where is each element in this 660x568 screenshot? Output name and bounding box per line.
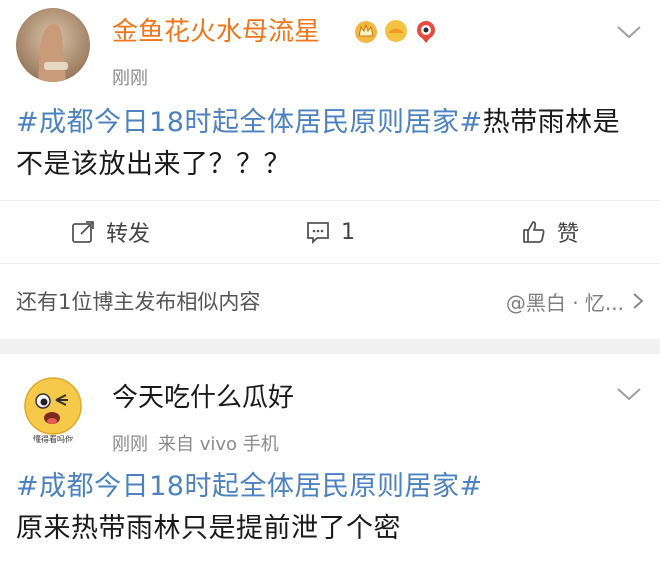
thumbs-up-icon — [523, 221, 545, 243]
chevron-down-icon[interactable] — [614, 22, 644, 42]
username[interactable]: 今天吃什么瓜好 — [112, 378, 294, 418]
topic-link[interactable]: #成都今日18时起全体居民原则居家# — [16, 471, 483, 502]
avatar[interactable]: 懂得看吗你 — [16, 372, 90, 446]
post-time: 刚刚 — [112, 64, 148, 90]
share-icon — [72, 221, 94, 243]
user-badges — [353, 18, 439, 44]
time-text: 刚刚 — [112, 434, 148, 455]
post-content: #成都今日18时起全体居民原则居家#热带雨林是不是该放出来了？？？ — [16, 102, 644, 186]
like-button[interactable]: 赞 — [440, 216, 660, 248]
section-divider — [0, 339, 660, 354]
post-content: #成都今日18时起全体居民原则居家# 原来热带雨林只是提前泄了个密 — [16, 466, 644, 550]
post-text: 原来热带雨林只是提前泄了个密 — [16, 513, 401, 544]
repost-button[interactable]: 转发 — [0, 216, 220, 248]
post-meta: 刚刚 来自 vivo 手机 — [112, 430, 279, 456]
like-label: 赞 — [556, 222, 579, 247]
similar-content-text: 还有1位博主发布相似内容 — [16, 290, 261, 314]
mention-text: @黑白 · 忆... — [505, 290, 624, 315]
avatar-caption: 懂得看吗你 — [33, 434, 73, 444]
repost-label: 转发 — [105, 222, 150, 247]
username[interactable]: 金鱼花火水母流星 — [112, 12, 320, 52]
crown-badge-icon — [355, 21, 377, 43]
avatar[interactable] — [16, 8, 90, 82]
target-badge-icon — [417, 21, 435, 43]
similar-content-row[interactable]: 还有1位博主发布相似内容 @黑白 · 忆... — [0, 263, 660, 339]
source-text: 来自 vivo 手机 — [158, 434, 279, 455]
sun-badge-icon — [385, 20, 407, 42]
comment-icon — [307, 222, 329, 245]
comment-count: 1 — [341, 219, 355, 245]
similar-content-mention[interactable]: @黑白 · 忆... — [506, 287, 644, 316]
time-text: 刚刚 — [112, 68, 148, 89]
comment-button[interactable]: 1 — [220, 219, 440, 245]
action-bar: 转发 1 赞 — [0, 200, 660, 264]
chevron-down-icon[interactable] — [614, 384, 644, 404]
topic-link[interactable]: #成都今日18时起全体居民原则居家# — [16, 107, 483, 138]
chevron-right-icon — [633, 293, 644, 309]
